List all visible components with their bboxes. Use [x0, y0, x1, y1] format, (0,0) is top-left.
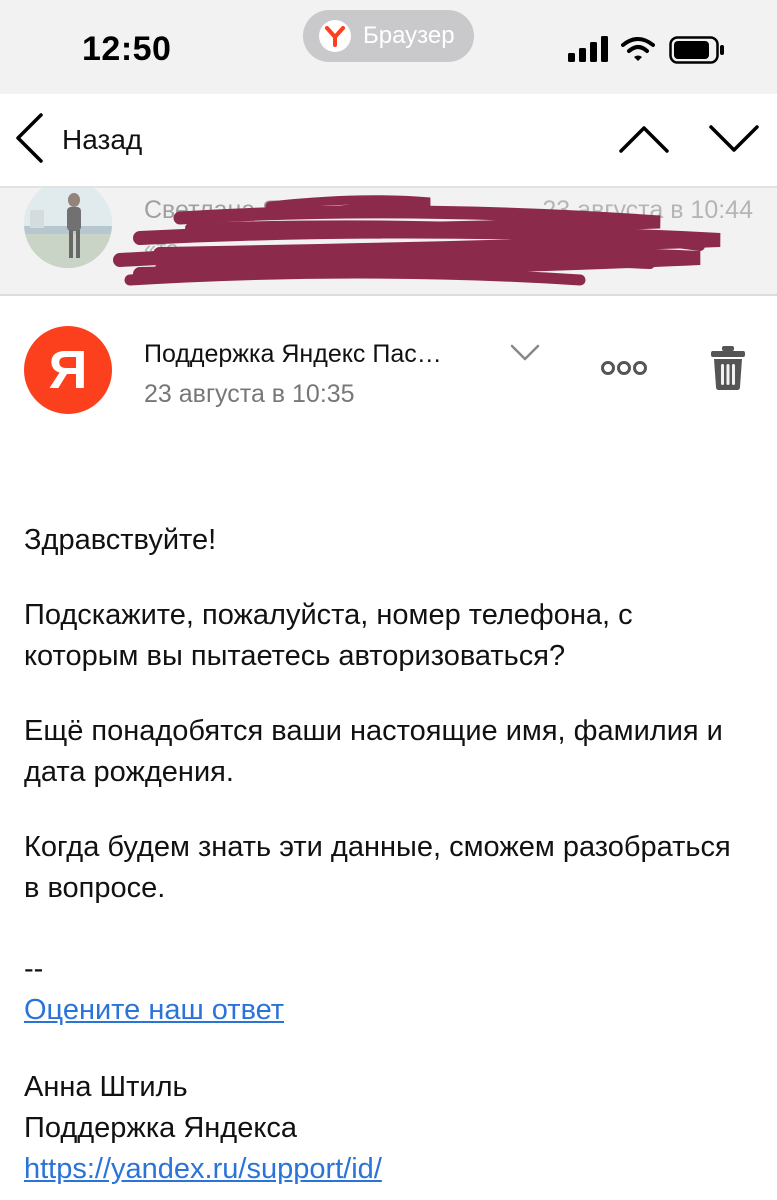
mail-nav-bar: Назад	[0, 94, 777, 186]
greeting-text: Здравствуйте!	[24, 524, 217, 556]
status-bar: 12:50 Браузер	[0, 0, 777, 94]
more-actions-button[interactable]	[600, 360, 648, 381]
status-time: 12:50	[82, 30, 172, 68]
previous-message-sender: Светлана Я	[144, 196, 281, 224]
chevron-up-icon	[618, 126, 670, 158]
sender-name[interactable]: Поддержка Яндекс Пас…	[144, 340, 442, 369]
previous-message-snippet: «то...	[144, 236, 197, 261]
avatar	[24, 188, 112, 268]
previous-message-row[interactable]: Светлана Я 23 августа в 10:44 «то...	[0, 186, 777, 296]
message-body: Здравствуйте! Подскажите, пожалуйста, но…	[24, 520, 744, 1190]
signature: Анна Штиль Поддержка Яндекса https://yan…	[24, 1067, 744, 1190]
message-date: 23 августа в 10:35	[144, 380, 355, 408]
signal-icon	[567, 36, 609, 67]
delete-button[interactable]	[710, 346, 746, 395]
trash-icon	[710, 346, 746, 394]
browser-label: Браузер	[363, 22, 455, 49]
battery-icon	[669, 36, 725, 69]
previous-message-date: 23 августа в 10:44	[542, 196, 753, 224]
rate-answer-link[interactable]: Оцените наш ответ	[24, 994, 284, 1026]
browser-return-pill[interactable]: Браузер	[303, 10, 474, 62]
chevron-left-icon	[14, 112, 44, 169]
message-header: Я Поддержка Яндекс Пас… 23 августа в 10:…	[0, 298, 777, 448]
signature-org: Поддержка Яндекса	[24, 1112, 297, 1144]
yandex-logo-icon	[319, 20, 351, 52]
signature-separator: --	[24, 953, 44, 985]
sender-avatar: Я	[24, 326, 112, 414]
signature-name: Анна Штиль	[24, 1071, 188, 1103]
support-url-link[interactable]: https://yandex.ru/support/id/	[24, 1153, 382, 1185]
more-dots-icon	[600, 361, 648, 380]
body-paragraph: Подскажите, пожалуйста, номер телефона, …	[24, 599, 633, 672]
chevron-down-icon	[510, 344, 540, 366]
next-message-button[interactable]	[708, 124, 760, 159]
body-paragraph: Когда будем знать эти данные, сможем раз…	[24, 831, 731, 904]
sender-avatar-initial: Я	[48, 340, 88, 400]
previous-message-button[interactable]	[618, 124, 670, 159]
body-paragraph: Ещё понадобятся ваши настоящие имя, фами…	[24, 715, 723, 788]
expand-details-button[interactable]	[510, 344, 540, 367]
back-button[interactable]: Назад	[14, 112, 142, 168]
back-label: Назад	[62, 124, 143, 155]
wifi-icon	[621, 36, 655, 67]
chevron-down-icon	[708, 125, 760, 158]
